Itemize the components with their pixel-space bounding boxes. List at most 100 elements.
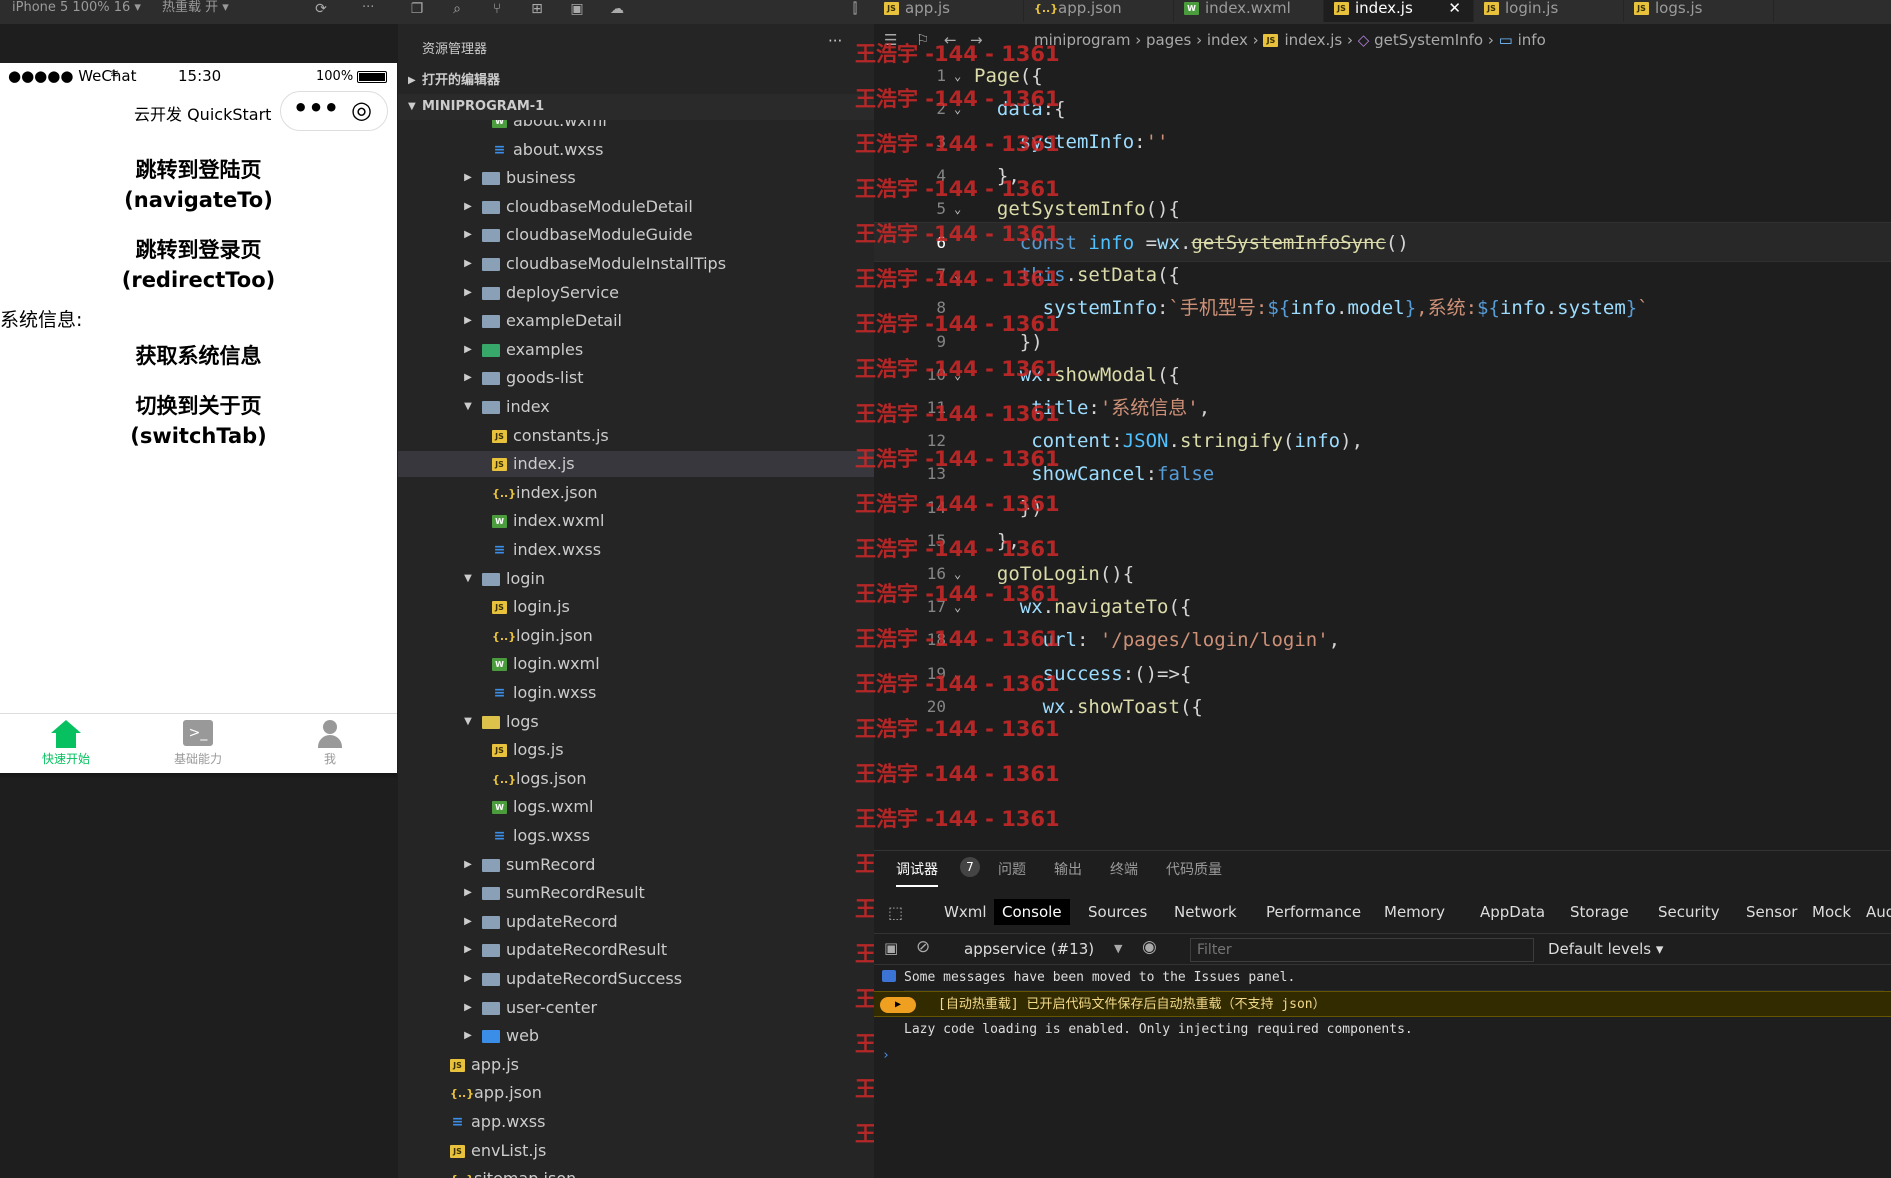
capsule-button[interactable]: ••• ◎ xyxy=(280,91,388,131)
tab-debugger[interactable]: 调试器 xyxy=(896,859,938,887)
more-menu[interactable]: ··· xyxy=(362,0,374,18)
sidebar-toggle-icon[interactable]: ▣ xyxy=(884,939,898,957)
tree-item[interactable]: ▼ login xyxy=(398,566,874,592)
chevron-right-icon[interactable]: ▶ xyxy=(462,337,474,363)
search-icon[interactable]: ⌕ xyxy=(448,1,466,17)
tree-item[interactable]: ▶ exampleDetail xyxy=(398,308,874,334)
tree-item[interactable]: ▶ web xyxy=(398,1023,874,1049)
levels-dropdown[interactable]: Default levels ▾ xyxy=(1548,940,1663,958)
back-icon[interactable]: ← xyxy=(944,24,957,56)
code-line[interactable]: 20 wx.showToast({ xyxy=(874,687,1891,727)
chevron-right-icon[interactable]: ▶ xyxy=(462,365,474,391)
tree-item[interactable]: ≡ login.wxss xyxy=(398,680,874,706)
navigate-to-login-button[interactable]: 跳转到登陆页 (navigateTo) xyxy=(0,155,397,215)
console-filter-input[interactable] xyxy=(1190,938,1534,962)
tree-item[interactable]: JS logs.js xyxy=(398,737,874,763)
tree-item[interactable]: ▶ examples xyxy=(398,337,874,363)
get-system-info-button[interactable]: 获取系统信息 xyxy=(0,341,397,371)
chevron-down-icon[interactable]: ▼ xyxy=(462,709,474,735)
tree-item[interactable]: {..}app.json xyxy=(398,1080,874,1106)
tree-item[interactable]: ▶ updateRecord xyxy=(398,909,874,935)
tab-problems[interactable]: 问题 xyxy=(998,859,1026,879)
devtab-console[interactable]: Console xyxy=(994,899,1070,925)
tab-output[interactable]: 输出 xyxy=(1054,859,1082,879)
tree-item[interactable]: ▶ business xyxy=(398,165,874,191)
tab-login-js[interactable]: JS login.js xyxy=(1474,0,1624,22)
tree-item[interactable]: ▶ sumRecordResult xyxy=(398,880,874,906)
chevron-right-icon[interactable]: ▶ xyxy=(462,308,474,334)
chevron-right-icon[interactable]: ▶ xyxy=(462,251,474,277)
chevron-right-icon[interactable]: ▶ xyxy=(462,280,474,306)
list-icon[interactable]: ☰ xyxy=(884,24,897,56)
debug-icon[interactable]: ▣ xyxy=(568,1,586,17)
tree-item[interactable]: ≡ app.wxss xyxy=(398,1109,874,1135)
close-miniprogram-icon[interactable]: ◎ xyxy=(351,96,372,124)
devtab-wxml[interactable]: Wxml xyxy=(936,899,995,925)
chevron-down-icon[interactable]: ▼ xyxy=(462,394,474,420)
tree-item[interactable]: Windex.wxml xyxy=(398,508,874,534)
devtab-sources[interactable]: Sources xyxy=(1080,899,1155,925)
devtab-network[interactable]: Network xyxy=(1166,899,1245,925)
chevron-right-icon[interactable]: ▶ xyxy=(462,880,474,906)
chevron-right-icon[interactable]: ▶ xyxy=(462,966,474,992)
tree-item[interactable]: Wlogin.wxml xyxy=(398,651,874,677)
chevron-right-icon[interactable]: ▶ xyxy=(462,165,474,191)
devtab-audits[interactable]: Audit xyxy=(1858,899,1891,925)
chevron-right-icon[interactable]: ▶ xyxy=(462,1023,474,1049)
split-editor-icon[interactable]: ⫿ xyxy=(846,1,864,17)
inspect-icon[interactable]: ⬚ xyxy=(888,903,903,922)
project-section[interactable]: ▼ MINIPROGRAM-1 xyxy=(398,94,874,120)
devtab-sensor[interactable]: Sensor xyxy=(1738,899,1805,925)
chevron-right-icon[interactable]: ▶ xyxy=(462,937,474,963)
tree-item[interactable]: {..}sitemap.json xyxy=(398,1166,874,1178)
devtab-storage[interactable]: Storage xyxy=(1562,899,1637,925)
extensions-icon[interactable]: ⊞ xyxy=(528,1,546,17)
tree-item[interactable]: ≡ about.wxss xyxy=(398,137,874,163)
context-selector[interactable]: appservice (#13) xyxy=(964,940,1094,958)
chevron-right-icon[interactable]: ▶ xyxy=(462,995,474,1021)
tab-code-quality[interactable]: 代码质量 xyxy=(1166,859,1222,879)
tree-item[interactable]: ≡ logs.wxss xyxy=(398,823,874,849)
tabbar-item-basic[interactable]: >_ 基础能力 xyxy=(132,720,264,767)
refresh-icon[interactable]: ⟳ xyxy=(312,1,330,17)
tab-app-js[interactable]: JS app.js xyxy=(874,0,1024,22)
tab-app-json[interactable]: {..}app.json xyxy=(1024,0,1174,22)
hot-reload-toggle[interactable]: 热重载 开 ▾ xyxy=(162,0,229,18)
tree-item[interactable]: JS constants.js xyxy=(398,423,874,449)
tree-item[interactable]: JS app.js xyxy=(398,1052,874,1078)
cloud-icon[interactable]: ☁ xyxy=(608,1,626,17)
close-icon[interactable]: ✕ xyxy=(1448,0,1461,16)
tabbar-item-quickstart[interactable]: 快速开始 xyxy=(0,720,132,767)
tree-item[interactable]: ▶ cloudbaseModuleDetail xyxy=(398,194,874,220)
tab-index-js[interactable]: JS index.js ✕ xyxy=(1324,0,1474,22)
tab-terminal[interactable]: 终端 xyxy=(1110,859,1138,879)
open-editors-section[interactable]: ▶ 打开的编辑器 xyxy=(398,68,874,94)
code-editor[interactable]: ☰ ⚐ ← → miniprogram › pages › index › JS… xyxy=(874,24,1891,850)
tabbar-item-me[interactable]: 我 xyxy=(264,720,396,767)
chevron-right-icon[interactable]: ▶ xyxy=(462,852,474,878)
redirect-to-login-button[interactable]: 跳转到登录页 (redirectToo) xyxy=(0,235,397,295)
switch-tab-about-button[interactable]: 切换到关于页 (switchTab) xyxy=(0,391,397,451)
tree-item[interactable]: ▶ user-center xyxy=(398,995,874,1021)
tree-item[interactable]: {..}index.json xyxy=(398,480,874,506)
more-dots-icon[interactable]: ••• xyxy=(293,94,339,122)
tree-item[interactable]: ▶ updateRecordSuccess xyxy=(398,966,874,992)
tree-item[interactable]: Wabout.wxml xyxy=(398,120,874,134)
chevron-down-icon[interactable]: ▼ xyxy=(1114,942,1122,955)
tree-item[interactable]: ▶ deployService xyxy=(398,280,874,306)
tree-item[interactable]: ▼ index xyxy=(398,394,874,420)
device-selector[interactable]: iPhone 5 100% 16 ▾ xyxy=(12,0,141,18)
tree-item[interactable]: Wlogs.wxml xyxy=(398,794,874,820)
chevron-down-icon[interactable]: ▼ xyxy=(462,566,474,592)
tree-item[interactable]: ▶ cloudbaseModuleInstallTips xyxy=(398,251,874,277)
chevron-right-icon[interactable]: ▶ xyxy=(462,194,474,220)
tree-item[interactable]: JS envList.js xyxy=(398,1138,874,1164)
code-area[interactable]: 1 ⌄ Page({2 ⌄ data:{3 systemInfo:'' 4 }, 5 ⌄ g… xyxy=(874,56,1891,850)
devtab-mock[interactable]: Mock xyxy=(1804,899,1859,925)
files-icon[interactable]: ❐ xyxy=(408,1,426,17)
devtab-performance[interactable]: Performance xyxy=(1258,899,1369,925)
tree-item[interactable]: JS index.js xyxy=(398,451,874,478)
devtab-memory[interactable]: Memory xyxy=(1376,899,1453,925)
tree-item[interactable]: {..}login.json xyxy=(398,623,874,649)
devtab-appdata[interactable]: AppData xyxy=(1472,899,1553,925)
